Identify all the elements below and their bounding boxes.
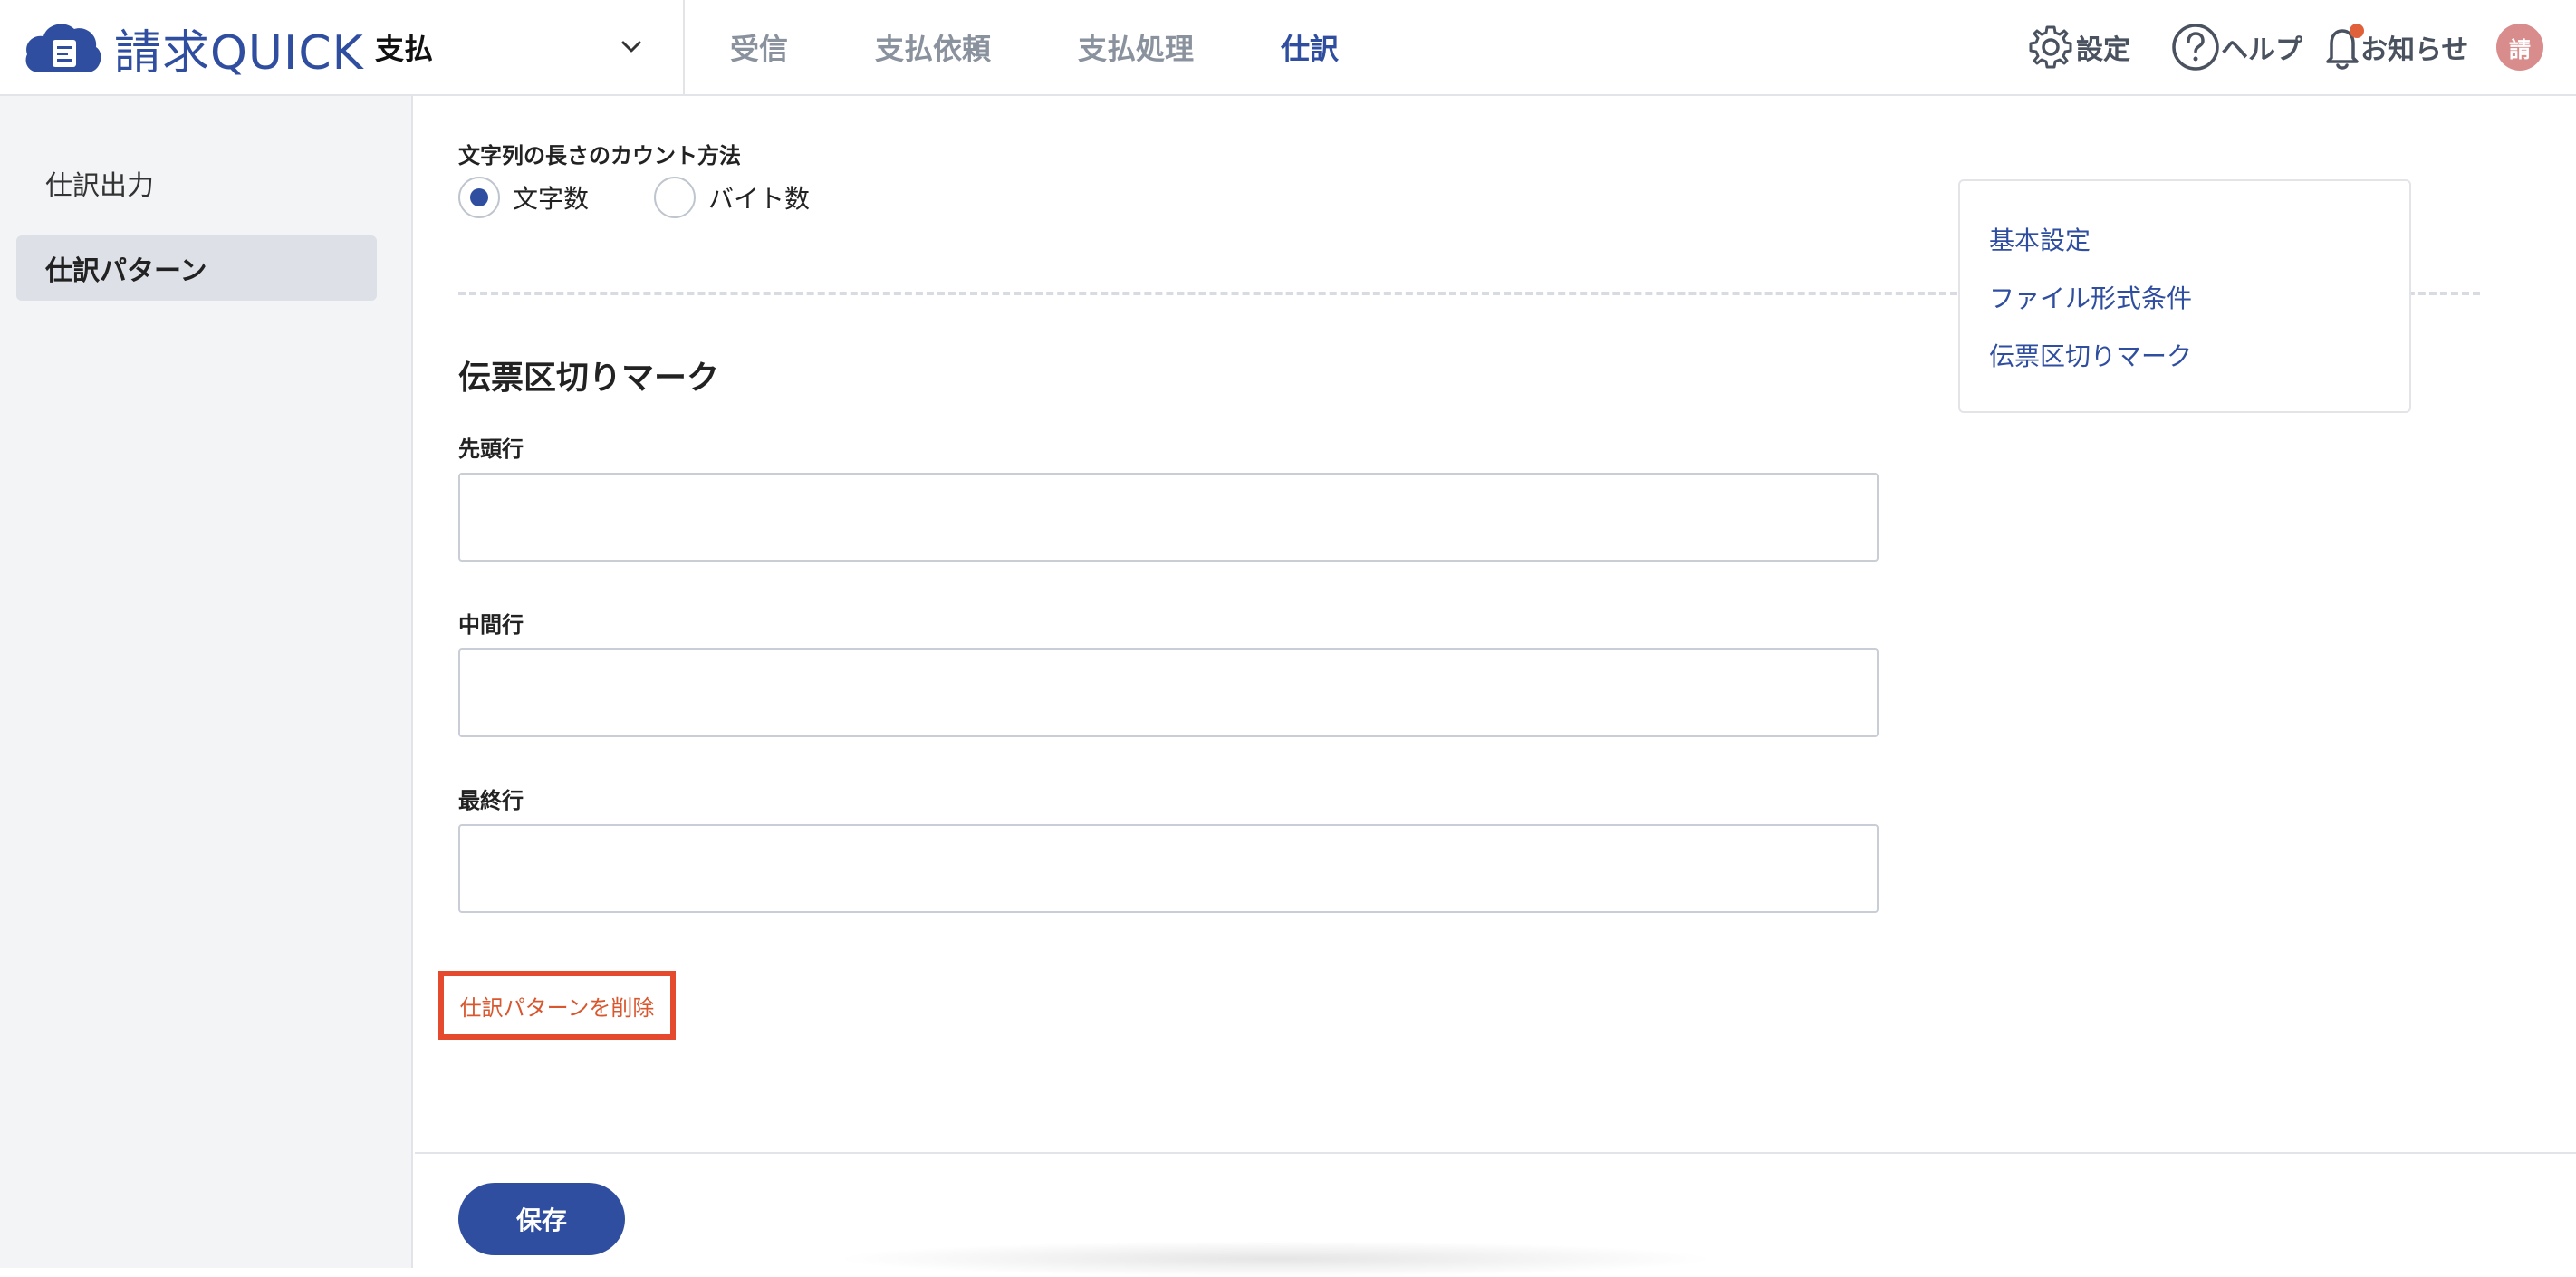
chevron-down-icon (621, 41, 641, 53)
app-logo[interactable]: 請求QUICK (22, 16, 364, 81)
top-header: 請求QUICK 支払 受信 支払依頼 支払処理 仕訳 設定 ヘルプ お知らせ 請 (0, 0, 2576, 96)
footer-shadow (831, 1241, 1719, 1277)
first-line-input[interactable] (458, 473, 1879, 562)
first-line-label: 先頭行 (458, 437, 524, 462)
brand-name: 請求QUICK (114, 25, 364, 81)
count-method-radio-group: 文字数 バイト数 (458, 176, 875, 219)
radio-checked-icon[interactable] (458, 177, 500, 218)
middle-line-input[interactable] (458, 648, 1879, 737)
toc-link-delimiter-mark[interactable]: 伝票区切りマーク (1989, 337, 2192, 373)
radio-character-count-label: 文字数 (513, 184, 590, 214)
main-content: 文字列の長さのカウント方法 文字数 バイト数 伝票区切りマーク 先頭行 中間行 … (415, 96, 2576, 1277)
module-select[interactable]: 支払 (375, 18, 647, 76)
cloud-document-icon (25, 24, 101, 72)
notification-dot (2350, 24, 2364, 38)
settings-button[interactable]: 設定 (2025, 18, 2130, 76)
delete-highlight-box: 仕訳パターンを削除 (438, 971, 676, 1040)
nav-tab-journal[interactable]: 仕訳 (1281, 26, 1339, 68)
sidebar-item-journal-output[interactable]: 仕訳出力 (16, 150, 377, 216)
module-select-label: 支払 (375, 32, 434, 66)
table-of-contents: 基本設定 ファイル形式条件 伝票区切りマーク (1958, 179, 2411, 413)
gear-icon (2029, 25, 2072, 69)
radio-byte-count-label: バイト数 (708, 184, 811, 214)
nav-tab-payment-request[interactable]: 支払依頼 (875, 26, 991, 68)
last-line-label: 最終行 (458, 788, 524, 813)
footer-bar: 保存 (415, 1152, 2576, 1277)
help-circle-icon (2172, 24, 2219, 71)
help-button[interactable]: ヘルプ (2170, 18, 2302, 76)
bell-wrapper (2324, 22, 2364, 72)
sidebar-item-journal-pattern[interactable]: 仕訳パターン (16, 235, 377, 301)
toc-link-file-format[interactable]: ファイル形式条件 (1989, 279, 2192, 315)
delimiter-section-title: 伝票区切りマーク (458, 360, 720, 397)
middle-line-label: 中間行 (458, 612, 524, 638)
settings-label: 設定 (2076, 34, 2130, 66)
count-method-label: 文字列の長さのカウント方法 (458, 143, 741, 168)
delete-pattern-link[interactable]: 仕訳パターンを削除 (460, 990, 655, 1022)
radio-character-count[interactable]: 文字数 (458, 177, 589, 218)
last-line-input[interactable] (458, 824, 1879, 913)
header-divider (683, 0, 685, 94)
save-button[interactable]: 保存 (458, 1183, 625, 1255)
help-label: ヘルプ (2221, 34, 2302, 66)
nav-tab-receive[interactable]: 受信 (730, 26, 788, 68)
sidebar: 仕訳出力 仕訳パターン (0, 96, 413, 1268)
toc-link-basic-settings[interactable]: 基本設定 (1989, 221, 2091, 257)
radio-unchecked-icon[interactable] (654, 177, 697, 218)
user-avatar[interactable]: 請 (2496, 24, 2543, 71)
main-nav: 受信 支払依頼 支払処理 仕訳 (730, 0, 1426, 94)
notifications-label: お知らせ (2360, 34, 2469, 66)
radio-byte-count[interactable]: バイト数 (654, 177, 810, 218)
notifications-button[interactable]: お知らせ (2324, 18, 2468, 76)
nav-tab-payment-processing[interactable]: 支払処理 (1078, 26, 1194, 68)
